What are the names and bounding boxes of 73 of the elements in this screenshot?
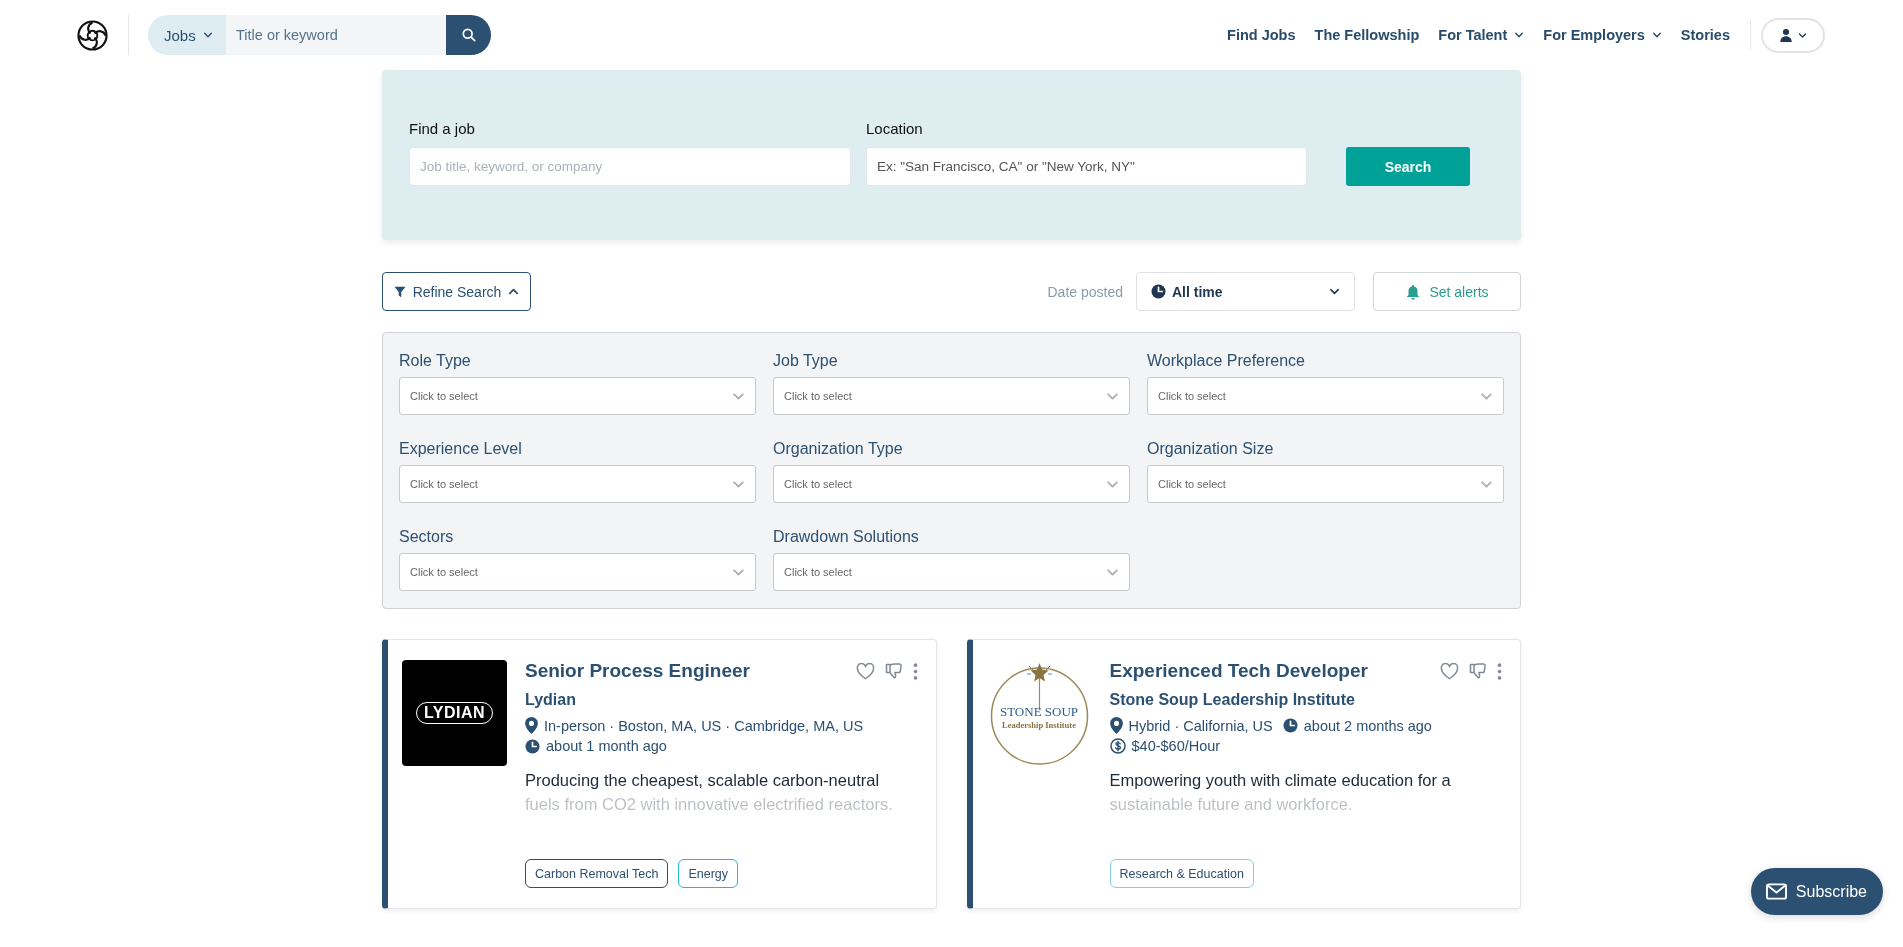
chevron-up-icon bbox=[508, 286, 520, 297]
clock-icon bbox=[1151, 284, 1166, 299]
job-title: Experienced Tech Developer bbox=[1109, 660, 1369, 682]
thumbs-down-icon[interactable] bbox=[1469, 662, 1487, 680]
job-meta-text: In-person · Boston, MA, US · Cambridge, MA, US bbox=[544, 717, 864, 734]
field-label: Location bbox=[866, 120, 924, 137]
refine-search-button[interactable]: Refine Search bbox=[382, 272, 531, 311]
filter-label: Experience Level bbox=[399, 440, 523, 458]
filter-dropdown[interactable]: Click to select bbox=[1147, 377, 1504, 415]
more-options-icon[interactable] bbox=[1497, 662, 1502, 680]
search-icon bbox=[461, 28, 476, 42]
input-field[interactable]: Job title, keyword, or company bbox=[409, 147, 851, 186]
logo-text: Leadership Institute bbox=[1002, 720, 1076, 730]
search-button[interactable] bbox=[446, 15, 491, 55]
filter-dropdown[interactable]: Click to select bbox=[773, 465, 1130, 503]
chevron-down-icon bbox=[1651, 30, 1662, 40]
filter-label: Drawdown Solutions bbox=[773, 528, 920, 546]
location-pin-icon bbox=[525, 717, 538, 734]
filter-label: Organization Size bbox=[1147, 440, 1275, 458]
filter-label: Workplace Preference bbox=[1147, 352, 1306, 370]
filter-icon bbox=[393, 285, 406, 298]
filter-label: Job Type bbox=[773, 352, 839, 370]
filter-dropdown[interactable]: Click to select bbox=[773, 377, 1130, 415]
job-meta-text: $40-$60/Hour bbox=[1131, 738, 1221, 754]
job-meta-text: about 2 months ago bbox=[1303, 717, 1432, 734]
nav-link[interactable]: Stories bbox=[1680, 27, 1730, 43]
subscribe-button[interactable]: Subscribe bbox=[1750, 868, 1883, 915]
job-meta-text: Hybrid · California, US bbox=[1128, 717, 1273, 734]
heart-icon[interactable] bbox=[855, 662, 875, 680]
filter-dropdown[interactable]: Click to select bbox=[399, 553, 756, 591]
search-field[interactable]: Title or keyword bbox=[226, 15, 446, 55]
chevron-down-icon bbox=[1329, 286, 1340, 297]
dollar-icon bbox=[1109, 738, 1126, 754]
thumbs-down-icon[interactable] bbox=[884, 662, 903, 680]
filter-dropdown[interactable]: Click to select bbox=[399, 377, 756, 415]
chevron-down-icon bbox=[1798, 30, 1807, 40]
job-title: Senior Process Engineer bbox=[525, 660, 751, 682]
bell-icon bbox=[1405, 283, 1422, 300]
mail-icon bbox=[1765, 883, 1787, 900]
heart-icon[interactable] bbox=[1440, 662, 1459, 680]
filter-dropdown[interactable]: Click to select bbox=[1147, 465, 1504, 503]
nav-link[interactable]: For Talent bbox=[1438, 27, 1525, 43]
clock-icon bbox=[1282, 718, 1298, 733]
nav-link[interactable]: For Employers bbox=[1543, 27, 1662, 43]
filter-dropdown[interactable]: Click to select bbox=[773, 553, 1130, 591]
company-name: Stone Soup Leadership Institute bbox=[1109, 691, 1356, 709]
input-field[interactable]: Ex: "San Francisco, CA" or "New York, NY" bbox=[866, 147, 1307, 186]
account-menu-button[interactable] bbox=[1761, 17, 1825, 53]
logo-text: STONE SOUP bbox=[999, 704, 1079, 720]
filter-dropdown[interactable]: Click to select bbox=[399, 465, 756, 503]
date-posted-label: Date posted bbox=[1047, 283, 1123, 300]
user-icon bbox=[1779, 28, 1793, 42]
company-name: Lydian bbox=[525, 691, 577, 709]
date-posted-dropdown[interactable]: All time bbox=[1136, 272, 1355, 311]
job-description: Empowering youth with climate education for a sustainable future and workforce. bbox=[1109, 770, 1452, 815]
sector-tag[interactable]: Research & Education bbox=[1109, 859, 1254, 888]
filter-label: Organization Type bbox=[773, 440, 904, 458]
site-logo[interactable] bbox=[77, 19, 108, 51]
nav-link[interactable]: The Fellowship bbox=[1314, 27, 1420, 43]
nav-link[interactable]: Find Jobs bbox=[1227, 27, 1296, 43]
sector-tag[interactable]: Carbon Removal Tech bbox=[525, 859, 669, 888]
field-label: Find a job bbox=[409, 120, 476, 137]
filter-label: Role Type bbox=[399, 352, 472, 370]
job-meta-text: about 1 month ago bbox=[546, 738, 667, 754]
more-options-icon[interactable] bbox=[912, 662, 918, 680]
chevron-down-icon bbox=[202, 30, 213, 40]
chevron-down-icon bbox=[1514, 30, 1525, 40]
location-pin-icon bbox=[1109, 717, 1123, 734]
job-description: Producing the cheapest, scalable carbon-neutral fuels from CO2 with innovative electrified reactors. bbox=[525, 770, 894, 815]
filter-label: Sectors bbox=[399, 528, 455, 546]
clock-icon bbox=[525, 738, 540, 754]
sector-tag[interactable]: Energy bbox=[678, 859, 739, 888]
scope-dropdown[interactable]: Jobs bbox=[148, 15, 226, 55]
